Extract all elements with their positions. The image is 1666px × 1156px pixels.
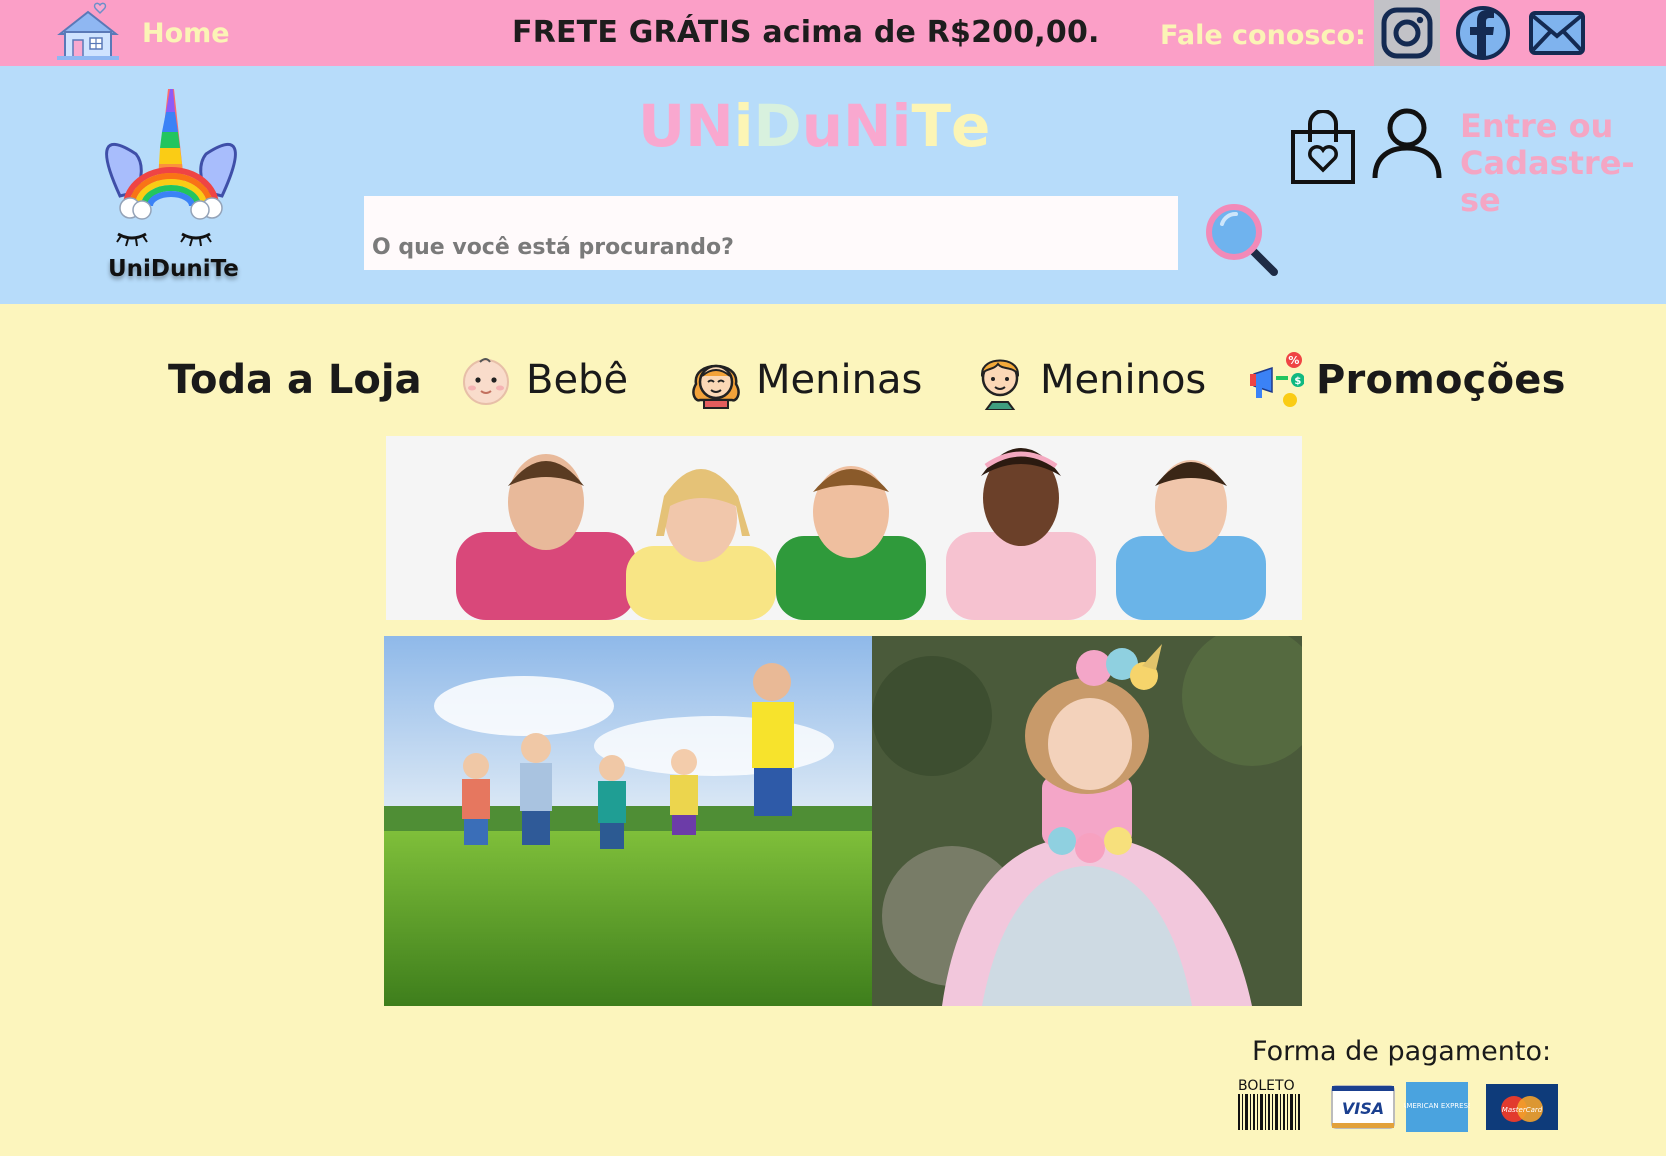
nav-baby[interactable]: Bebê: [458, 350, 628, 410]
home-link[interactable]: Home: [142, 18, 230, 49]
search-input[interactable]: [364, 196, 1178, 270]
visa-card-icon: VISA: [1331, 1085, 1395, 1129]
login-signup-link[interactable]: Entre ou Cadastre-se: [1460, 108, 1666, 219]
boleto-label: BOLETO: [1238, 1078, 1295, 1094]
nav-all-store-label: Toda a Loja: [168, 357, 422, 403]
brand-letter: N: [843, 92, 892, 160]
email-link[interactable]: [1524, 0, 1590, 66]
kids-running-field-image: [384, 636, 872, 1006]
megaphone-sale-icon: % $: [1250, 352, 1304, 407]
payment-methods-label: Forma de pagamento:: [1252, 1036, 1552, 1067]
brand-letter: i: [733, 92, 754, 160]
brand-letter: u: [801, 92, 843, 160]
mastercard-label: MasterCard: [1502, 1106, 1543, 1114]
visa-label: VISA: [1342, 1099, 1384, 1118]
contact-label: Fale conosco:: [1160, 20, 1366, 51]
login-line-2: Cadastre-se: [1460, 144, 1635, 219]
instagram-icon: [1381, 7, 1433, 59]
nav-girls[interactable]: Meninas: [688, 350, 922, 410]
nav-baby-label: Bebê: [526, 357, 629, 403]
kids-lying-photo: [386, 436, 1302, 620]
nav-boys[interactable]: Meninos: [972, 350, 1206, 410]
search-icon[interactable]: [1202, 200, 1280, 278]
logo-text: UniDuniTe: [108, 256, 239, 282]
nav-promotions[interactable]: % $ Promoções: [1248, 350, 1566, 410]
nav-all-store[interactable]: Toda a Loja: [168, 350, 422, 410]
instagram-link[interactable]: [1374, 0, 1440, 66]
svg-text:%: %: [1288, 354, 1299, 367]
girl-tutu-photo: [872, 636, 1302, 1006]
nav-promotions-label: Promoções: [1316, 357, 1566, 403]
brand-letter: e: [951, 92, 991, 160]
brand-letter: U: [638, 92, 686, 160]
nav-boys-label: Meninos: [1040, 357, 1207, 403]
kids-banner-image: [386, 436, 1302, 620]
site-header: UniDuniTe UNiDuNiTe Entre ou Cadastre-se: [0, 66, 1666, 304]
brand-letter: N: [685, 92, 734, 160]
boy-face-icon: [980, 359, 1020, 410]
baby-face-icon: [463, 358, 509, 405]
svg-text:$: $: [1294, 376, 1301, 387]
brand-letter: T: [911, 92, 952, 160]
mastercard-icon: MasterCard: [1486, 1084, 1558, 1130]
unicorn-logo-icon[interactable]: [96, 84, 246, 284]
top-bar: Home FRETE GRÁTIS acima de R$200,00. Fal…: [0, 0, 1666, 66]
brand-title: UNiDuNiTe: [638, 92, 990, 160]
kids-running-photo: [384, 636, 872, 1006]
free-shipping-banner: FRETE GRÁTIS acima de R$200,00.: [512, 15, 1100, 50]
boleto-icon: BOLETO: [1238, 1078, 1300, 1130]
nav-girls-label: Meninas: [756, 357, 923, 403]
user-account-icon[interactable]: [1370, 106, 1444, 180]
brand-letter: D: [753, 92, 802, 160]
facebook-icon: [1456, 6, 1510, 60]
amex-label: AMERICAN EXPRESS: [1404, 1102, 1470, 1110]
mail-icon: [1529, 11, 1585, 55]
amex-card-icon: AMERICAN EXPRESS: [1404, 1082, 1470, 1132]
shopping-bag-icon[interactable]: [1288, 110, 1358, 186]
girl-face-icon: [692, 364, 740, 409]
brand-letter: i: [891, 92, 912, 160]
home-icon[interactable]: [54, 0, 122, 62]
facebook-link[interactable]: [1450, 0, 1516, 66]
girl-unicorn-dress-image: [872, 636, 1302, 1006]
login-line-1: Entre ou: [1460, 107, 1614, 145]
